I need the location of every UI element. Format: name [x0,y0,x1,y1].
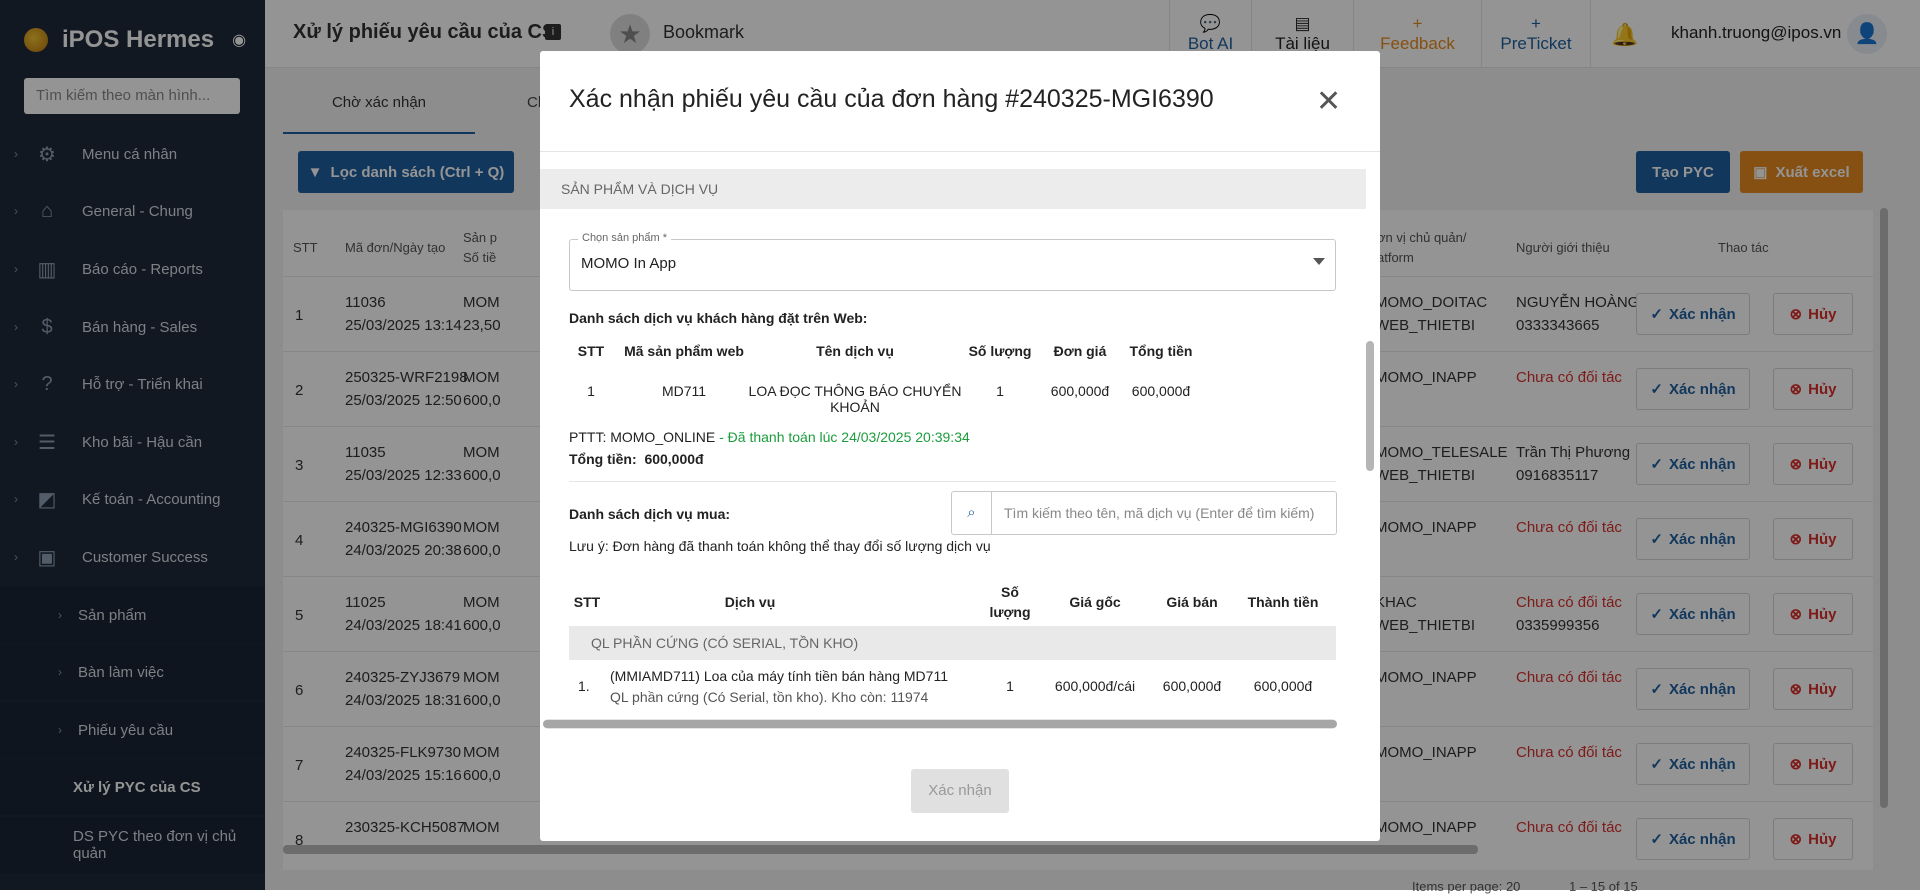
web-col-so-luong: Số lượng [968,343,1032,359]
payment-status: - Đã thanh toán lúc 24/03/2025 20:39:34 [715,429,970,445]
buy-services-title: Danh sách dịch vụ mua: [569,506,731,522]
warning-note: Lưu ý: Đơn hàng đã thanh toán không thể … [569,538,991,554]
close-icon[interactable]: ✕ [1316,87,1341,117]
divider [569,481,1336,482]
service-search-input[interactable]: ⌕ Tìm kiếm theo tên, mã dịch vụ (Enter đ… [951,491,1337,535]
payment-method: PTTT: MOMO_ONLINE [569,429,716,445]
buy-col-stt: STT [573,594,601,610]
confirm-request-modal: Xác nhận phiếu yêu cầu của đơn hàng #240… [540,51,1380,841]
product-select[interactable]: Chọn sản phẩm * MOMO In App [569,232,1336,291]
modal-horizontal-scrollbar[interactable] [543,719,1337,729]
buy-col-so: Số [1001,584,1019,600]
product-select-value: MOMO In App [581,255,677,272]
total-row: Tổng tiền: 600,000đ [569,451,704,467]
modal-vertical-scrollbar[interactable] [1366,341,1374,471]
buy-col-thanh-tien: Thành tiền [1247,594,1319,610]
item-desc: QL phần cứng (Có Serial, tồn kho). Kho c… [610,689,929,705]
item-name: (MMIAMD711) Loa của máy tính tiền bán hà… [610,668,948,684]
section-header: SẢN PHẨM VÀ DỊCH VỤ [540,169,1366,209]
item-stt: 1. [578,678,590,694]
search-placeholder: Tìm kiếm theo tên, mã dịch vụ (Enter để … [1004,505,1315,521]
buy-col-gia-goc: Giá gốc [1069,594,1121,610]
confirm-button[interactable]: Xác nhận [911,769,1009,813]
buy-col-luong: lượng [989,604,1031,620]
web-cell-ma: MD711 [661,383,707,399]
buy-col-dich-vu: Dịch vụ [724,594,776,610]
web-cell-don-gia: 600,000đ [1050,383,1110,399]
item-qty: 1 [1006,678,1014,694]
web-services-title: Danh sách dịch vụ khách hàng đặt trên We… [569,310,868,326]
item-price: 600,000đ [1162,678,1222,694]
web-cell-tong-tien: 600,000đ [1131,383,1191,399]
payment-info: PTTT: MOMO_ONLINE - Đã thanh toán lúc 24… [569,429,970,445]
search-icon: ⌕ [952,492,992,534]
total-value: 600,000đ [644,451,704,467]
dropdown-arrow-icon [1313,258,1325,265]
web-col-ten-dich-vu: Tên dịch vụ [816,343,894,359]
buy-col-gia-ban: Giá bán [1166,594,1218,610]
web-col-don-gia: Đơn giá [1053,343,1107,359]
divider [540,151,1380,152]
total-label: Tổng tiền: [569,451,637,467]
web-cell-stt: 1 [587,383,595,399]
web-cell-ten: LOA ĐỌC THÔNG BÁO CHUYỂN KHOẢN [748,383,962,415]
web-col-stt: STT [577,343,605,359]
web-col-tong-tien: Tổng tiền [1129,343,1193,359]
web-cell-so-luong: 1 [996,383,1004,399]
product-select-label: Chọn sản phẩm * [578,232,671,244]
web-col-ma-san-pham: Mã sản phẩm web [624,343,744,359]
group-row: QL PHẦN CỨNG (CÓ SERIAL, TỒN KHO) [569,626,1336,660]
item-base-price: 600,000đ/cái [1054,678,1136,694]
modal-title: Xác nhận phiếu yêu cầu của đơn hàng #240… [569,85,1214,113]
scroll-thumb[interactable] [543,720,1337,728]
item-total: 600,000đ [1253,678,1313,694]
